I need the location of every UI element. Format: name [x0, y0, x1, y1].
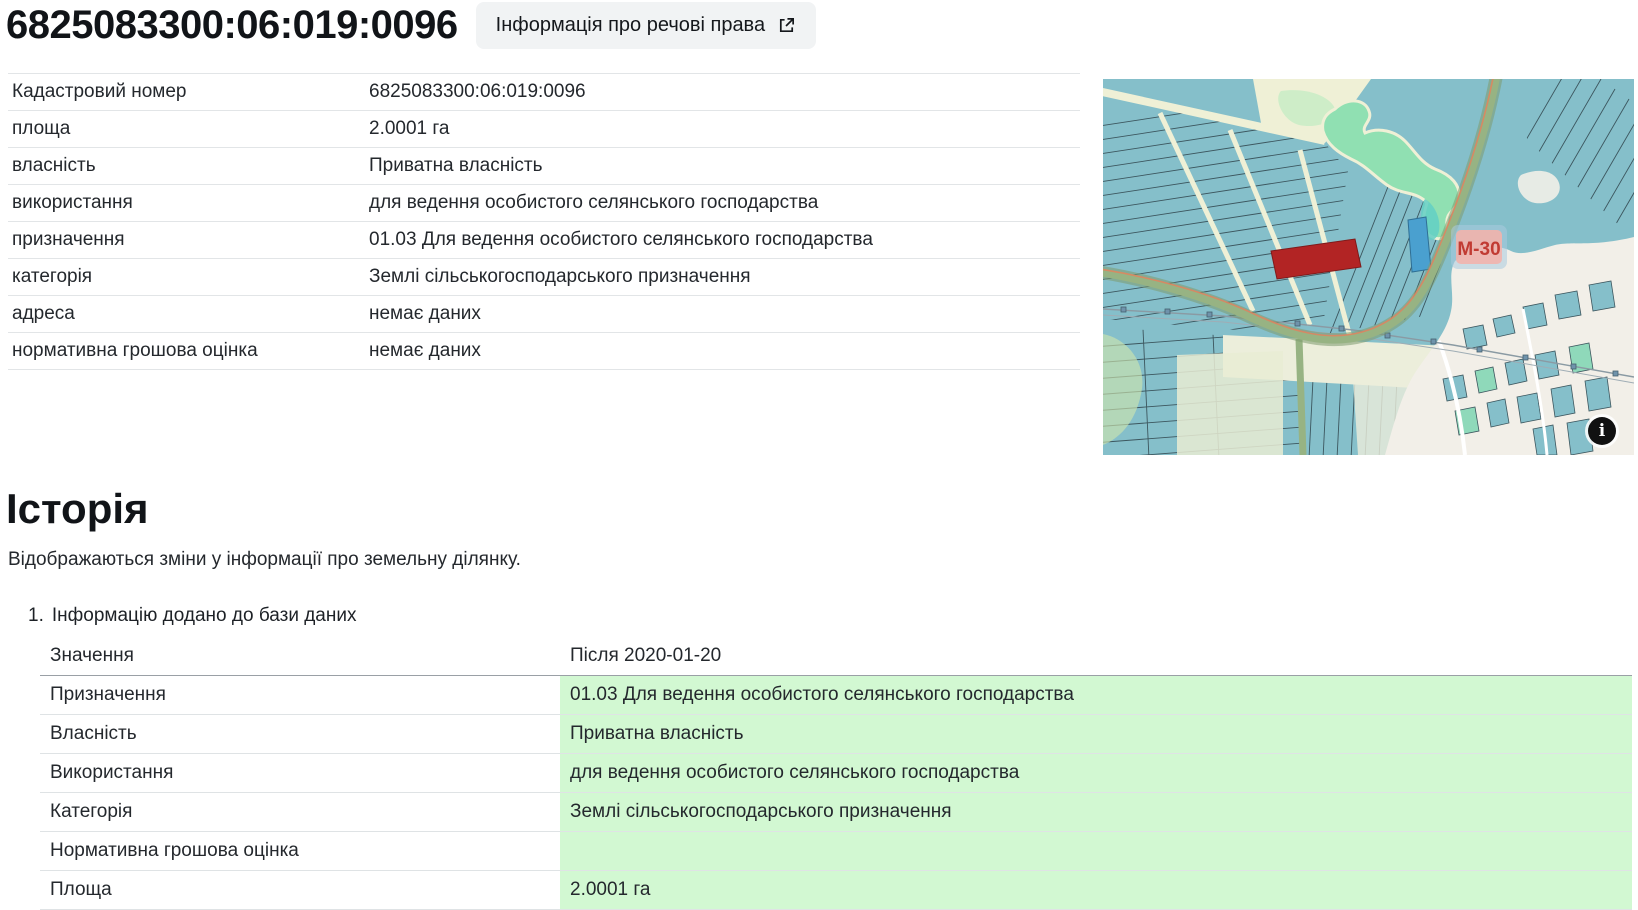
info-value: 2.0001 га: [369, 118, 450, 139]
info-label: адреса: [12, 303, 75, 324]
history-entry: 1. Інформацію додано до бази даних Значе…: [6, 605, 1632, 910]
history-label: Використання: [50, 762, 174, 783]
history-value: [560, 832, 1632, 870]
info-value: 6825083300:06:019:0096: [369, 81, 586, 102]
svg-text:М-30: М-30: [1457, 239, 1500, 260]
history-label: Власність: [50, 723, 137, 744]
history-label: Площа: [50, 879, 112, 900]
history-entry-title: 1. Інформацію додано до бази даних: [28, 605, 1630, 627]
rights-info-button-label: Інформація про речові права: [495, 14, 766, 36]
history-table: Значення Після 2020-01-20 Призначення 01…: [40, 637, 1632, 910]
table-row: Категорія Землі сільськогосподарського п…: [40, 793, 1632, 832]
history-heading: Історія: [6, 485, 149, 532]
history-label: Призначення: [50, 684, 166, 705]
history-value: Землі сільськогосподарського призначення: [560, 793, 1632, 831]
external-link-icon: [777, 16, 796, 35]
parcel-info-table: Кадастровий номер 6825083300:06:019:0096…: [8, 73, 1080, 370]
info-value: немає даних: [369, 303, 481, 324]
table-row: Призначення 01.03 Для ведення особистого…: [40, 676, 1632, 715]
map-attribution-button[interactable]: i: [1588, 417, 1616, 445]
rights-info-button[interactable]: Інформація про речові права: [475, 2, 817, 49]
road-shield-m30: М-30: [1451, 225, 1507, 269]
history-section: Історія Відображаються зміни у інформаці…: [0, 485, 1638, 910]
history-value: для ведення особистого селянського госпо…: [560, 754, 1632, 792]
table-row: категорія Землі сільськогосподарського п…: [8, 259, 1080, 296]
info-label: Кадастровий номер: [12, 81, 187, 102]
table-row: використання для ведення особистого селя…: [8, 185, 1080, 222]
info-value: 01.03 Для ведення особистого селянського…: [369, 229, 873, 250]
info-label: площа: [12, 118, 71, 139]
page-header: 6825083300:06:019:0096 Інформація про ре…: [0, 0, 1638, 49]
info-value: немає даних: [369, 340, 481, 361]
history-entry-label: Інформацію додано до бази даних: [51, 605, 357, 626]
table-row: призначення 01.03 Для ведення особистого…: [8, 222, 1080, 259]
table-row: власність Приватна власність: [8, 148, 1080, 185]
table-row: Нормативна грошова оцінка: [40, 832, 1632, 871]
history-entry-index: 1.: [28, 605, 44, 626]
parcel-summary-section: Кадастровий номер 6825083300:06:019:0096…: [0, 73, 1638, 459]
history-value: 2.0001 га: [560, 871, 1632, 909]
history-description: Відображаються зміни у інформації про зе…: [8, 549, 521, 570]
history-label: Категорія: [50, 801, 133, 822]
cadastral-map[interactable]: М-30 i: [1103, 79, 1634, 455]
info-label: нормативна грошова оцінка: [12, 340, 258, 361]
page-title: 6825083300:06:019:0096: [6, 3, 458, 47]
history-header-label: Значення: [50, 645, 134, 666]
table-row: площа 2.0001 га: [8, 111, 1080, 148]
info-label: категорія: [12, 266, 93, 287]
info-label: власність: [12, 155, 96, 176]
history-header-value: Після 2020-01-20: [570, 645, 722, 666]
info-value: Приватна власність: [369, 155, 543, 176]
history-label: Нормативна грошова оцінка: [50, 840, 299, 861]
table-row: адреса немає даних: [8, 296, 1080, 333]
history-value: Приватна власність: [560, 715, 1632, 753]
table-row: нормативна грошова оцінка немає даних: [8, 333, 1080, 370]
table-row: Кадастровий номер 6825083300:06:019:0096: [8, 74, 1080, 111]
info-label: використання: [12, 192, 133, 213]
history-value: 01.03 Для ведення особистого селянського…: [560, 676, 1632, 714]
info-label: призначення: [12, 229, 125, 250]
table-row: Використання для ведення особистого селя…: [40, 754, 1632, 793]
table-row: Площа 2.0001 га: [40, 871, 1632, 910]
history-table-header: Значення Після 2020-01-20: [40, 637, 1632, 676]
info-value: для ведення особистого селянського госпо…: [369, 192, 819, 213]
table-row: Власність Приватна власність: [40, 715, 1632, 754]
info-value: Землі сільськогосподарського призначення: [369, 266, 751, 287]
